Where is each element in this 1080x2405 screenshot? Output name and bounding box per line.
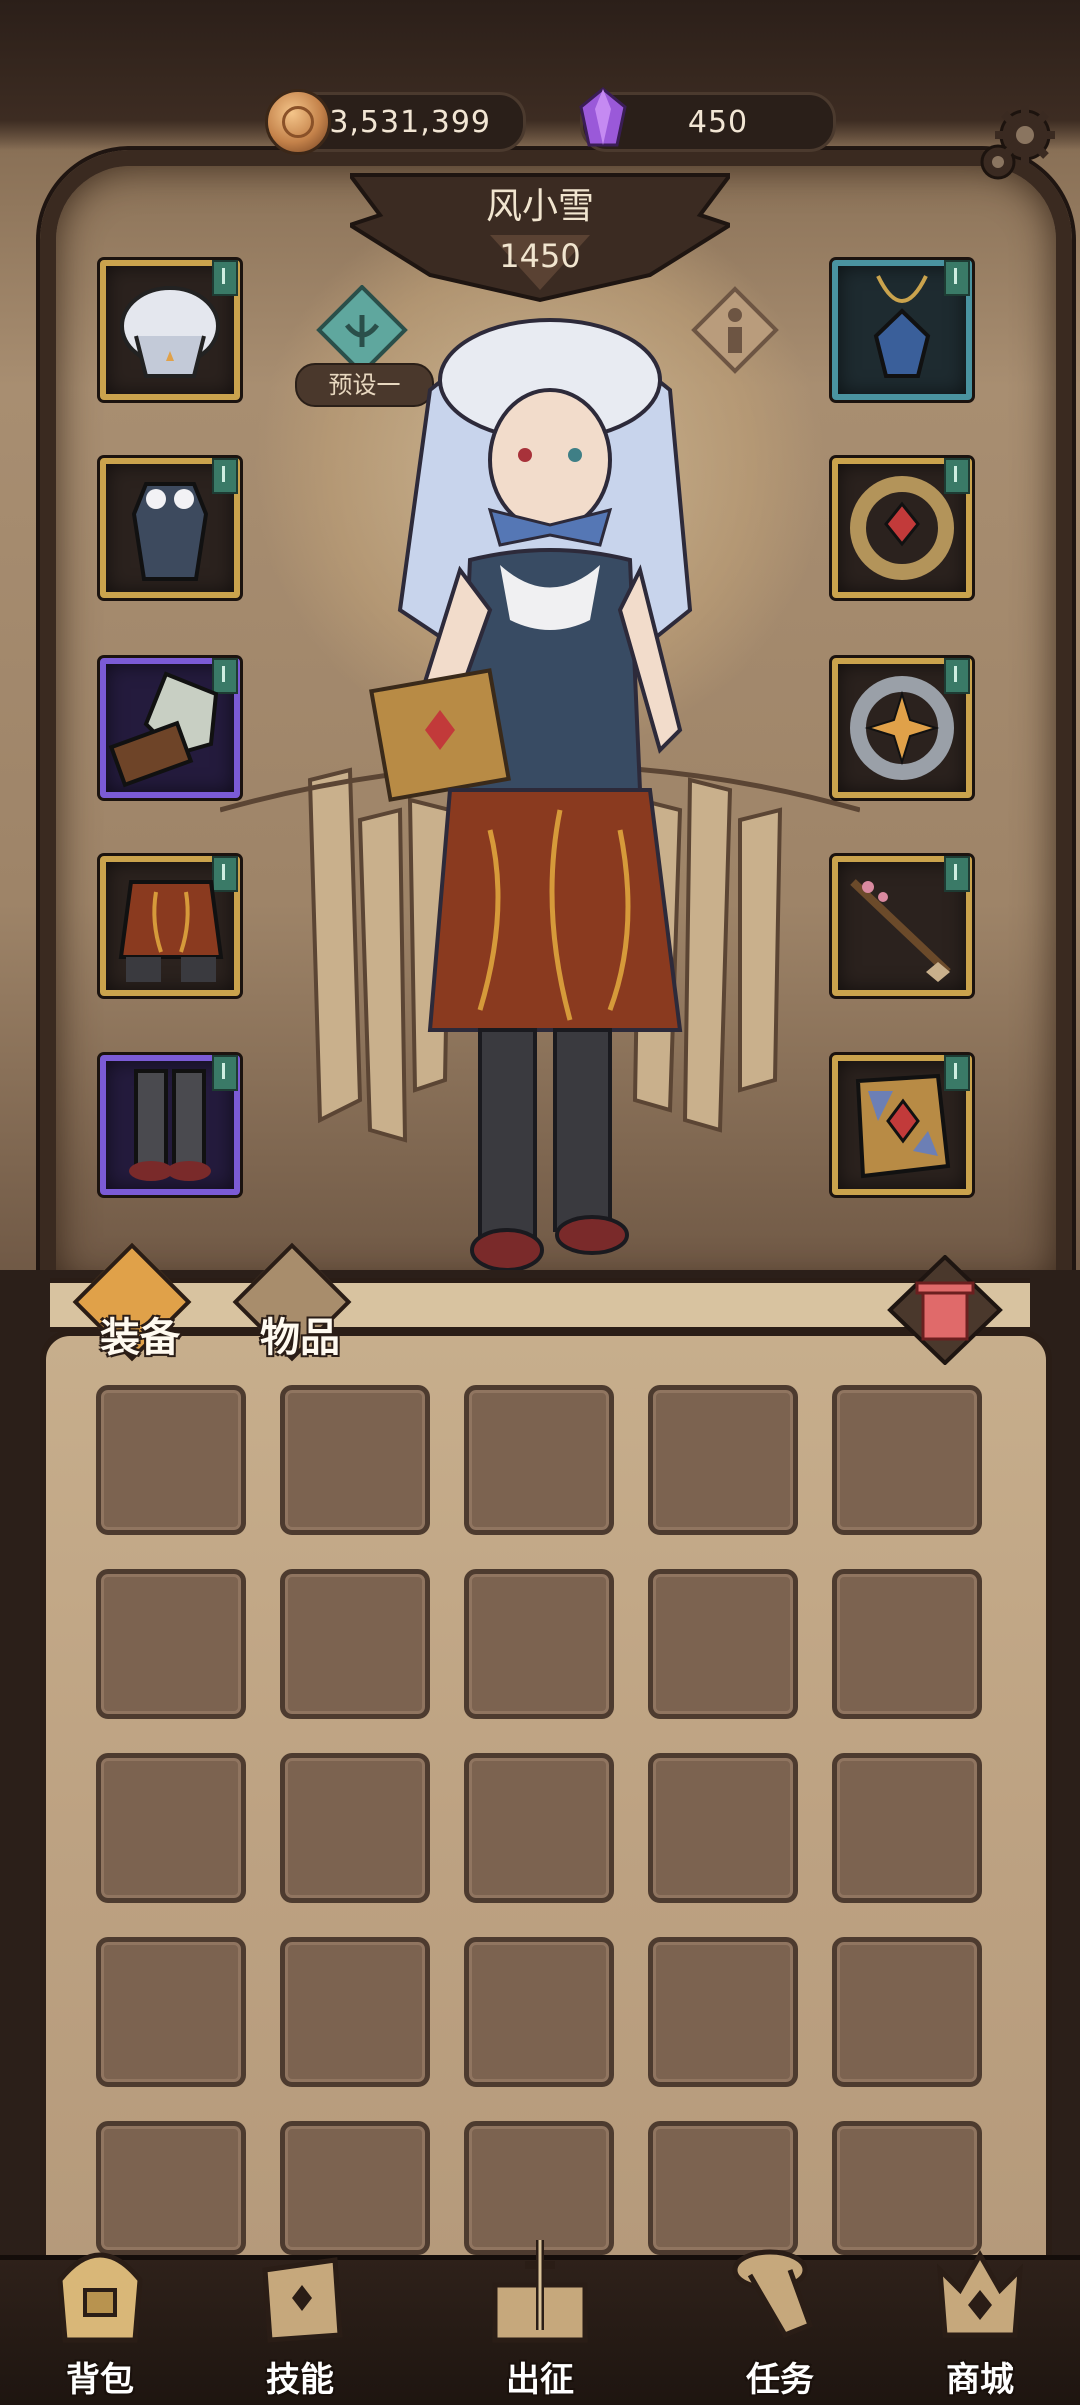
nav-skills[interactable]: 技能 [220,2240,380,2400]
hero-name: 风小雪 [485,186,594,227]
equip-slot-necklace[interactable] [832,260,972,400]
hero-name-banner: 风小雪 1450 [350,165,730,305]
gold-counter: 3,531,399 [265,89,526,155]
nav-label: 出征 [506,2360,574,2400]
inventory-slot[interactable] [464,1753,614,1903]
map-sword-icon [492,2240,588,2343]
inventory-slot[interactable] [280,1569,430,1719]
equip-slot-armor[interactable] [100,458,240,598]
inventory-slot[interactable] [96,1569,246,1719]
coin-icon [265,89,331,155]
gloves-icon [108,671,219,788]
inventory-slot[interactable] [832,1569,982,1719]
equip-slot-boots[interactable] [100,1055,240,1195]
inventory-slot[interactable] [832,1753,982,1903]
backpack-icon [57,2252,143,2343]
tab-equipment[interactable]: 装备 [70,1242,200,1362]
inventory-slot[interactable] [648,1385,798,1535]
inventory-slot[interactable] [464,1385,614,1535]
inventory-slot[interactable] [464,1569,614,1719]
scroll-icon [732,2249,814,2339]
spellbook-icon [855,1073,951,1179]
nav-shop[interactable]: 商城 [900,2240,1060,2400]
inventory-slot[interactable] [96,1385,246,1535]
nav-quests[interactable]: 任务 [700,2240,860,2400]
inventory-slot[interactable] [464,1937,614,2087]
equip-slot-weapon[interactable] [832,856,972,996]
helmet-icon [120,286,220,378]
skirt-icon [118,880,224,982]
inventory-slot[interactable] [648,1569,798,1719]
nav-label: 任务 [746,2360,814,2400]
tab-label: 物品 [260,1315,340,1361]
nav-expedition[interactable]: 出征 [460,2240,620,2400]
inventory-slot[interactable] [464,2121,614,2255]
nav-label: 背包 [66,2360,134,2400]
trash-icon[interactable] [885,1255,1005,1365]
inventory-slot[interactable] [832,1937,982,2087]
amulet-icon [873,275,931,378]
tab-items[interactable]: 物品 [230,1242,360,1362]
star-ring-icon [850,676,954,780]
settings-gear-icon[interactable] [970,100,1060,190]
inventory-slot[interactable] [280,1937,430,2087]
inventory-slot[interactable] [832,2121,982,2255]
inventory-slot[interactable] [280,1385,430,1535]
branch-wand-icon [850,879,951,982]
inventory-slot[interactable] [96,1753,246,1903]
tab-label: 装备 [100,1315,180,1361]
boots-icon [129,1069,211,1181]
nav-label: 商城 [946,2360,1014,2400]
nav-backpack[interactable]: 背包 [20,2240,180,2400]
ring-icon [850,476,954,580]
inventory-slot[interactable] [96,2121,246,2255]
inventory-slot[interactable] [280,2121,430,2255]
equip-slot-book[interactable] [832,1055,972,1195]
inventory-slot[interactable] [280,1753,430,1903]
armor-icon [131,482,209,581]
equip-slot-pants[interactable] [100,856,240,996]
equip-slot-ring-2[interactable] [832,658,972,798]
nav-label: 技能 [266,2360,334,2400]
inventory-slot[interactable] [832,1385,982,1535]
inventory-slot[interactable] [648,2121,798,2255]
gem-counter: 450 [579,87,836,152]
skill-book-icon [262,2257,343,2343]
equip-slot-gloves[interactable] [100,658,240,798]
equip-slot-helmet[interactable] [100,260,240,400]
equip-slot-ring-1[interactable] [832,458,972,598]
inventory-slot[interactable] [648,1937,798,2087]
top-bar [0,0,1080,150]
inventory-slot[interactable] [96,1937,246,2087]
shop-crown-icon [936,2249,1024,2338]
hero-power: 1450 [499,237,581,275]
purple-crystal-icon [579,87,627,147]
inventory-slot[interactable] [648,1753,798,1903]
hero-character [369,318,693,1272]
